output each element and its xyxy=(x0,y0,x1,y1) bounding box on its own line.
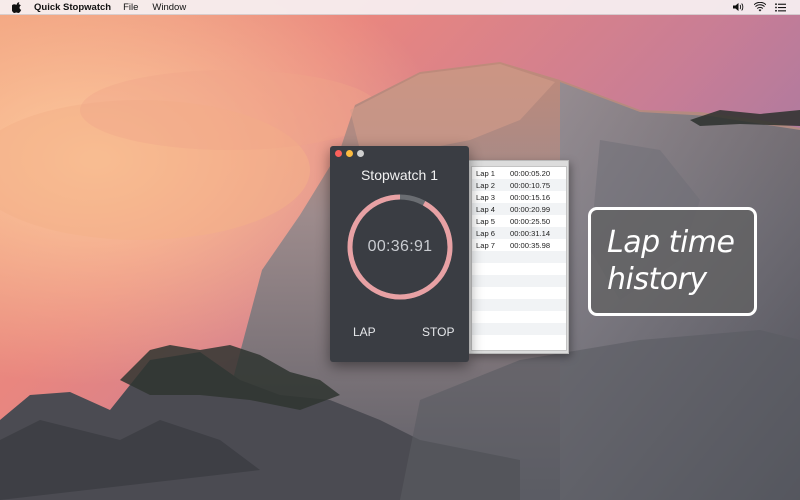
lap-time: 00:00:25.50 xyxy=(510,216,551,226)
empty-lap-row xyxy=(472,287,566,299)
callout-line: history xyxy=(607,262,707,297)
list-icon[interactable] xyxy=(775,2,786,12)
minimize-button[interactable] xyxy=(346,150,353,157)
lap-row[interactable]: Lap 6 00:00:31.14 xyxy=(472,227,566,239)
lap-label: Lap 1 xyxy=(476,168,496,178)
callout-text: Lap time history xyxy=(607,224,747,298)
lap-button[interactable]: LAP xyxy=(353,325,376,339)
lap-row[interactable]: Lap 1 00:00:05.20 xyxy=(472,167,566,179)
stopwatch-title: Stopwatch 1 xyxy=(360,167,439,183)
callout-line: Lap time xyxy=(607,225,735,260)
lap-row[interactable]: Lap 5 00:00:25.50 xyxy=(472,215,566,227)
empty-lap-row xyxy=(472,251,566,263)
empty-lap-row xyxy=(472,335,566,347)
menu-window[interactable]: Window xyxy=(152,2,186,13)
menu-app-name[interactable]: Quick Stopwatch xyxy=(34,2,111,13)
lap-time: 00:00:20.99 xyxy=(510,204,551,214)
wifi-icon[interactable] xyxy=(754,2,766,12)
lap-time: 00:00:35.98 xyxy=(510,240,551,250)
lap-label: Lap 4 xyxy=(476,204,496,214)
lap-time: 00:00:31.14 xyxy=(510,228,551,238)
lap-drawer: Lap 1 00:00:05.20 Lap 2 00:00:10.75 Lap … xyxy=(468,160,569,354)
lap-time: 00:00:15.16 xyxy=(510,192,551,202)
lap-row[interactable]: Lap 7 00:00:35.98 xyxy=(472,239,566,251)
lap-time: 00:00:05.20 xyxy=(510,168,551,178)
empty-lap-row xyxy=(472,311,566,323)
lap-row[interactable]: Lap 3 00:00:15.16 xyxy=(472,191,566,203)
window-controls xyxy=(335,150,364,157)
callout-box: Lap time history xyxy=(588,207,757,316)
empty-lap-row xyxy=(472,323,566,335)
elapsed-time: 00:36:91 xyxy=(367,238,433,255)
lap-label: Lap 6 xyxy=(476,228,496,238)
empty-lap-row xyxy=(472,263,566,275)
volume-icon[interactable] xyxy=(733,2,745,12)
empty-lap-row xyxy=(472,299,566,311)
lap-row[interactable]: Lap 4 00:00:20.99 xyxy=(472,203,566,215)
lap-list[interactable]: Lap 1 00:00:05.20 Lap 2 00:00:10.75 Lap … xyxy=(471,166,567,351)
lap-row[interactable]: Lap 2 00:00:10.75 xyxy=(472,179,566,191)
lap-time: 00:00:10.75 xyxy=(510,180,551,190)
stopwatch-window: Stopwatch 1 00:36:91 LAP STOP xyxy=(330,146,469,362)
menu-bar: Quick Stopwatch File Window xyxy=(0,0,800,15)
zoom-button[interactable] xyxy=(357,150,364,157)
empty-lap-row xyxy=(472,275,566,287)
apple-logo-icon[interactable] xyxy=(12,1,24,13)
close-button[interactable] xyxy=(335,150,342,157)
lap-label: Lap 2 xyxy=(476,180,496,190)
stop-button[interactable]: STOP xyxy=(422,325,454,339)
lap-label: Lap 3 xyxy=(476,192,496,202)
lap-label: Lap 5 xyxy=(476,216,496,226)
lap-label: Lap 7 xyxy=(476,240,496,250)
menu-file[interactable]: File xyxy=(123,2,138,13)
